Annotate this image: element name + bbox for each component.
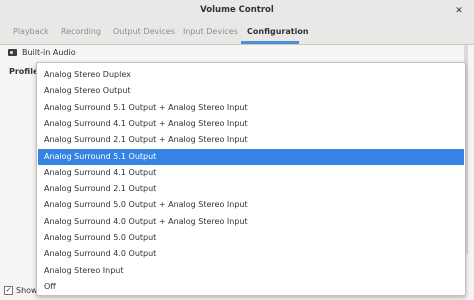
window-title: Volume Control: [200, 5, 274, 15]
profile-option[interactable]: Analog Surround 2.1 Output: [38, 181, 464, 197]
show-volume-meters[interactable]: ✓ Show: [4, 286, 38, 295]
profile-option[interactable]: Analog Surround 4.1 Output: [38, 165, 464, 181]
active-tab-indicator: [241, 41, 299, 44]
profile-option[interactable]: Analog Surround 4.0 Output + Analog Ster…: [38, 214, 464, 230]
profile-option[interactable]: Analog Surround 5.1 Output: [38, 148, 464, 165]
profile-option[interactable]: Off: [38, 279, 464, 295]
profile-dropdown-list[interactable]: Analog Stereo Duplex Analog Stereo Output…: [36, 62, 466, 296]
title-bar: Volume Control ✕: [0, 0, 474, 23]
tab-bar: Playback Recording Output Devices Input …: [0, 22, 474, 45]
profile-option[interactable]: Analog Surround 5.0 Output + Analog Ster…: [38, 197, 464, 213]
show-checkbox[interactable]: ✓: [4, 286, 13, 295]
sound-card-icon: [8, 49, 17, 56]
show-label: Show: [16, 286, 38, 295]
tab-recording[interactable]: Recording: [61, 27, 101, 36]
profile-option[interactable]: Analog Surround 4.1 Output + Analog Ster…: [38, 116, 464, 132]
profile-option[interactable]: Analog Surround 2.1 Output + Analog Ster…: [38, 132, 464, 148]
profile-option[interactable]: Analog Surround 5.0 Output: [38, 230, 464, 246]
tab-output-devices[interactable]: Output Devices: [113, 27, 175, 36]
profile-option[interactable]: Analog Stereo Output: [38, 83, 464, 99]
tab-configuration[interactable]: Configuration: [247, 27, 309, 36]
profile-option[interactable]: Analog Surround 5.1 Output + Analog Ster…: [38, 100, 464, 116]
card-name: Built-in Audio: [22, 48, 76, 57]
card-header: Built-in Audio: [8, 48, 76, 57]
profile-option[interactable]: Analog Stereo Input: [38, 263, 464, 279]
close-icon[interactable]: ✕: [454, 6, 464, 16]
profile-option[interactable]: Analog Surround 4.0 Output: [38, 246, 464, 262]
tab-input-devices[interactable]: Input Devices: [183, 27, 238, 36]
profile-option[interactable]: Analog Stereo Duplex: [38, 67, 464, 83]
tab-playback[interactable]: Playback: [13, 27, 49, 36]
